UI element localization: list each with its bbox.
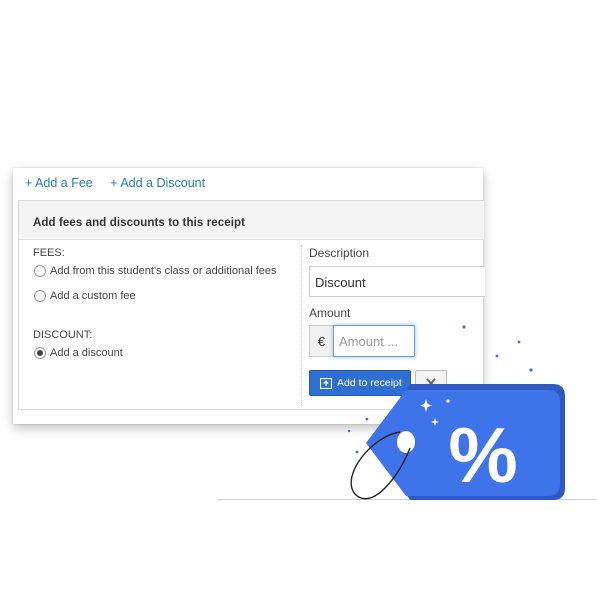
- discount-tag-illustration: %: [347, 325, 565, 500]
- add-fee-link[interactable]: + Add a Fee: [25, 176, 93, 190]
- panel-title: Add fees and discounts to this receipt: [33, 217, 246, 229]
- tag-hole: [397, 431, 415, 453]
- fees-label: FEES:: [33, 247, 65, 259]
- percent-symbol: %: [448, 411, 517, 499]
- description-label: Description: [309, 246, 370, 260]
- action-links: + Add a Fee + Add a Discount: [25, 176, 219, 190]
- custom-fee-option-label: Add a custom fee: [50, 290, 136, 302]
- radio-custom-fee[interactable]: [34, 290, 46, 302]
- add-discount-option-label: Add a discount: [50, 347, 123, 359]
- class-fees-option-label: Add from this student's class or additio…: [50, 265, 277, 277]
- column-divider: [301, 245, 302, 405]
- add-discount-link[interactable]: + Add a Discount: [110, 176, 205, 190]
- radio-class-fees[interactable]: [34, 265, 46, 277]
- description-input[interactable]: Discount: [309, 266, 485, 297]
- radio-add-discount[interactable]: [34, 347, 46, 359]
- discount-label: DISCOUNT:: [33, 329, 93, 341]
